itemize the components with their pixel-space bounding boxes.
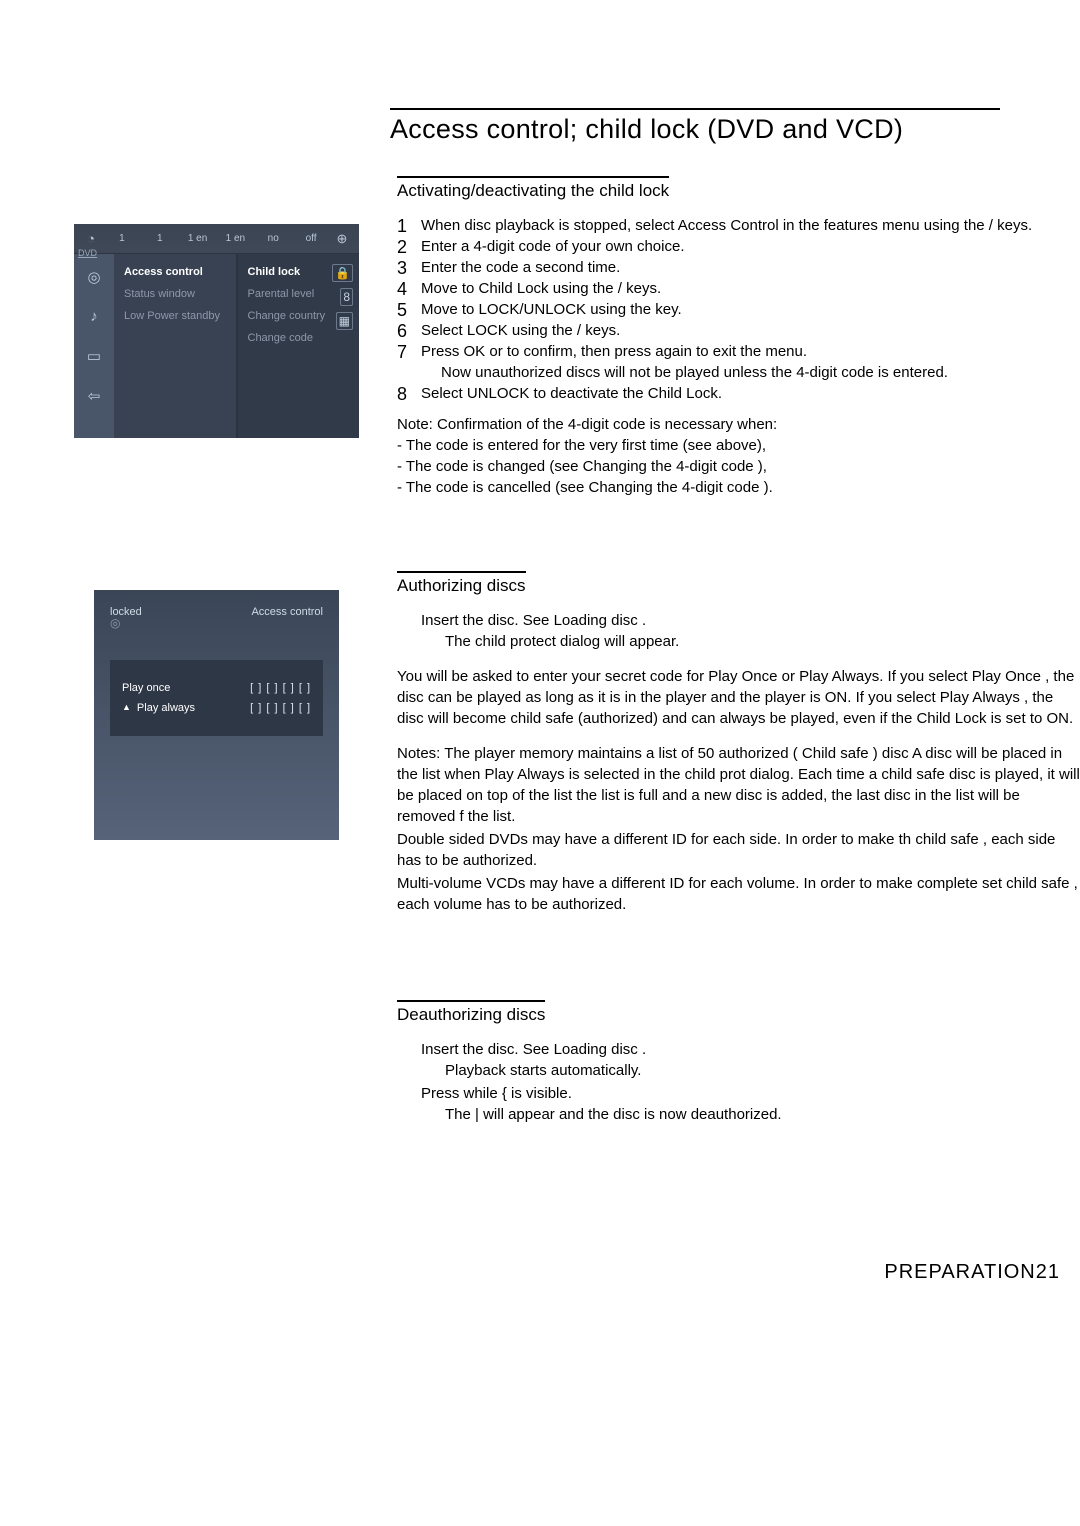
lock-icon: 🔒: [332, 264, 353, 282]
osd-item-low-power: Low Power standby: [122, 308, 228, 324]
step-7: 7 Press OK or to confirm, then press agai…: [397, 341, 1080, 383]
section-authorizing: Authorizing discs Insert the disc. See L…: [397, 571, 1080, 929]
step-text: Enter the code a second time.: [421, 257, 1080, 278]
osd-item-access-control: Access control: [122, 264, 228, 280]
note-icon: ♪: [90, 308, 98, 325]
step-text: Move to Child Lock using the / keys.: [421, 278, 1080, 299]
note-title: Note: Confirmation of the 4-digit code i…: [397, 414, 1080, 435]
note-line: - The code is cancelled (see Changing th…: [397, 477, 1080, 498]
osd-child-protect-dialog: locked ◎ Access control Play once [ ] [ …: [94, 590, 339, 840]
auth-line1b-text: The child protect dialog will appear.: [421, 631, 679, 652]
auth-para-4: Multi-volume VCDs may have a different I…: [397, 873, 1080, 915]
dvd-label: DVD: [78, 248, 97, 258]
play-always-label: Play always: [137, 702, 250, 714]
osd-item-change-code: Change code: [246, 330, 352, 346]
osd-item-status-window: Status window: [122, 286, 228, 302]
section-deauthorizing: Deauthorizing discs Insert the disc. See…: [397, 1000, 1080, 1139]
auth-para-2: Notes: The player memory maintains a lis…: [397, 743, 1080, 827]
step-4: 4Move to Child Lock using the / keys.: [397, 278, 1080, 299]
steps-list: 1When disc playback is stopped, select A…: [397, 215, 1080, 404]
code-entry-panel: Play once [ ] [ ] [ ] [ ] ▲ Play always …: [110, 660, 323, 736]
top-col-6: off: [293, 233, 329, 244]
step-num: 7: [397, 340, 407, 365]
deauth-line1-text: Insert the disc. See Loading disc .: [421, 1041, 646, 1058]
code-boxes: [ ] [ ] [ ] [ ]: [250, 702, 311, 714]
deauth-line-2: Press while { is visible. The | will app…: [397, 1083, 1080, 1125]
flag-icon: ▦: [336, 312, 353, 330]
note-line: - The code is changed (see Changing the …: [397, 456, 1080, 477]
zoom-icon: ⊕: [331, 231, 353, 247]
level-icon: 8: [340, 288, 353, 306]
auth-para-3: Double sided DVDs may have a different I…: [397, 829, 1080, 871]
disc-icon: ◎: [87, 268, 100, 286]
top-col-5: no: [255, 233, 291, 244]
row-play-once: Play once [ ] [ ] [ ] [ ]: [122, 678, 311, 698]
deauth-line2-text: Press while { is visible.: [421, 1085, 572, 1102]
step-text: Select LOCK using the / keys.: [421, 320, 1080, 341]
note-line: - The code is entered for the very first…: [397, 435, 1080, 456]
step-6: 6Select LOCK using the / keys.: [397, 320, 1080, 341]
section-activating: Activating/deactivating the child lock 1…: [397, 176, 1080, 498]
deauth-line1b-text: Playback starts automatically.: [421, 1060, 641, 1081]
selection-triangle-icon: ▲: [122, 702, 131, 714]
page-footer: PREPARATION21: [884, 1261, 1060, 1284]
step-5: 5Move to LOCK/UNLOCK using the key.: [397, 299, 1080, 320]
code-boxes: [ ] [ ] [ ] [ ]: [250, 682, 311, 694]
step-num: 8: [397, 382, 407, 407]
step-subtext: Now unauthorized discs will not be playe…: [421, 362, 1080, 383]
step-text: Select UNLOCK to deactivate the Child Lo…: [421, 383, 1080, 404]
notes-block: Note: Confirmation of the 4-digit code i…: [397, 414, 1080, 498]
heading-deauthorizing: Deauthorizing discs: [397, 1000, 545, 1025]
deauth-line-1: Insert the disc. See Loading disc . Play…: [397, 1039, 1080, 1081]
disc-icon: ◎: [110, 616, 142, 630]
back-icon: ⇦: [88, 387, 101, 405]
top-col-3: 1 en: [180, 233, 216, 244]
auth-para-1: You will be asked to enter your secret c…: [397, 666, 1080, 729]
osd-item-parental-level: Parental level: [246, 286, 352, 302]
osd-right-column: Child lock Parental level Change country…: [238, 254, 360, 438]
auth-line1-text: Insert the disc. See Loading disc .: [421, 612, 646, 629]
play-once-label: Play once: [122, 682, 250, 694]
step-1: 1When disc playback is stopped, select A…: [397, 215, 1080, 236]
clock-icon: ◔: [80, 231, 102, 246]
step-text: Enter a 4-digit code of your own choice.: [421, 236, 1080, 257]
step-text: Move to LOCK/UNLOCK using the key.: [421, 299, 1080, 320]
osd-features-menu: DVD ◔ 1 1 1 en 1 en no off ⊕ ◎ ♪ ▭ ⇦ Acc…: [74, 224, 359, 438]
step-3: 3Enter the code a second time.: [397, 257, 1080, 278]
heading-authorizing: Authorizing discs: [397, 571, 526, 596]
step-8: 8 Select UNLOCK to deactivate the Child L…: [397, 383, 1080, 404]
osd-topbar: ◔ 1 1 1 en 1 en no off ⊕: [74, 224, 359, 254]
auth-line-1: Insert the disc. See Loading disc . The …: [397, 610, 1080, 652]
top-col-1: 1: [104, 233, 140, 244]
top-col-4: 1 en: [217, 233, 253, 244]
step-2: 2Enter a 4-digit code of your own choice…: [397, 236, 1080, 257]
row-play-always: ▲ Play always [ ] [ ] [ ] [ ]: [122, 698, 311, 718]
footer-page: 21: [1036, 1261, 1060, 1283]
access-control-label: Access control: [251, 606, 323, 630]
osd-sidebar: ◎ ♪ ▭ ⇦: [74, 254, 114, 438]
osd-left-column: Access control Status window Low Power s…: [114, 254, 238, 438]
page-title: Access control; child lock (DVD and VCD): [390, 108, 1000, 145]
top-col-2: 1: [142, 233, 178, 244]
step-text: Press OK or to confirm, then press again…: [421, 341, 1080, 362]
step-text: When disc playback is stopped, select Ac…: [421, 215, 1080, 236]
deauth-line2b-text: The | will appear and the disc is now de…: [421, 1104, 782, 1125]
chat-icon: ▭: [87, 347, 101, 365]
footer-label: PREPARATION: [884, 1261, 1035, 1283]
heading-activating: Activating/deactivating the child lock: [397, 176, 669, 201]
